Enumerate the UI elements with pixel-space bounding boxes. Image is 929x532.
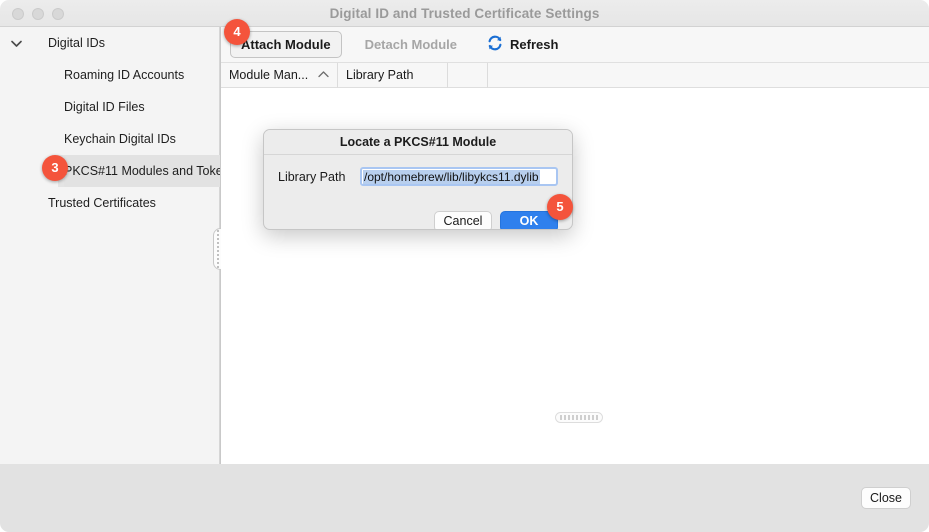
close-button[interactable]: Close [861,487,911,509]
sidebar-item-label: Digital IDs [48,36,105,50]
column-label: Library Path [346,67,414,82]
column-header-library-path[interactable]: Library Path [338,62,448,88]
column-header-module-manufacturer[interactable]: Module Man... [221,62,338,88]
refresh-button[interactable]: Refresh [486,34,558,55]
library-path-value: /opt/homebrew/lib/libykcs11.dylib [363,170,540,184]
content-pane: Attach Module Detach Module Refresh Modu… [221,27,929,464]
chevron-down-icon[interactable] [6,27,26,59]
sidebar-item-keychain-digital-ids[interactable]: Keychain Digital IDs [0,123,219,155]
dialog-button-row: Cancel OK [434,211,558,229]
sidebar-item-trusted-certificates[interactable]: Trusted Certificates [0,187,219,219]
sidebar: Digital IDs Roaming ID Accounts Digital … [0,27,242,464]
detach-module-button[interactable]: Detach Module [354,31,468,58]
sidebar-item-label: Digital ID Files [64,100,145,114]
step-badge-5: 5 [547,194,573,220]
sidebar-item-label: Roaming ID Accounts [64,68,185,82]
sidebar-item-label: Trusted Certificates [48,196,156,210]
cancel-button[interactable]: Cancel [434,211,492,229]
locate-module-dialog: Locate a PKCS#11 Module Library Path /op… [263,129,573,230]
sidebar-item-digital-ids[interactable]: Digital IDs [0,27,219,59]
pane-resize-grip[interactable] [555,412,603,423]
step-badge-4: 4 [224,19,250,45]
sidebar-item-roaming-id-accounts[interactable]: Roaming ID Accounts [0,59,219,91]
window-footer: Close [0,464,929,532]
grip-dots-icon [560,415,598,420]
refresh-icon [486,34,504,55]
step-badge-3: 3 [42,155,68,181]
sidebar-item-label: PKCS#11 Modules and Tokens [64,155,242,187]
window-title: Digital ID and Trusted Certificate Setti… [329,6,600,21]
library-path-input[interactable]: /opt/homebrew/lib/libykcs11.dylib [360,167,558,186]
column-label: Module Man... [229,67,309,82]
sidebar-item-pkcs11-modules-and-tokens[interactable]: PKCS#11 Modules and Tokens [0,155,242,187]
sidebar-item-digital-id-files[interactable]: Digital ID Files [0,91,219,123]
dialog-title: Locate a PKCS#11 Module [264,130,572,155]
column-header-spacer [448,62,488,88]
window-titlebar: Digital ID and Trusted Certificate Setti… [0,0,929,27]
refresh-label: Refresh [510,37,559,52]
sidebar-item-label: Keychain Digital IDs [64,132,176,146]
chevron-up-icon [318,63,329,88]
library-path-label: Library Path [278,169,346,184]
library-path-row: Library Path /opt/homebrew/lib/libykcs11… [278,167,558,186]
module-toolbar: Attach Module Detach Module Refresh [221,27,929,63]
dialog-body: Library Path /opt/homebrew/lib/libykcs11… [264,155,572,229]
settings-window: Digital ID and Trusted Certificate Setti… [0,0,929,532]
table-column-header: Module Man... Library Path [221,62,929,88]
